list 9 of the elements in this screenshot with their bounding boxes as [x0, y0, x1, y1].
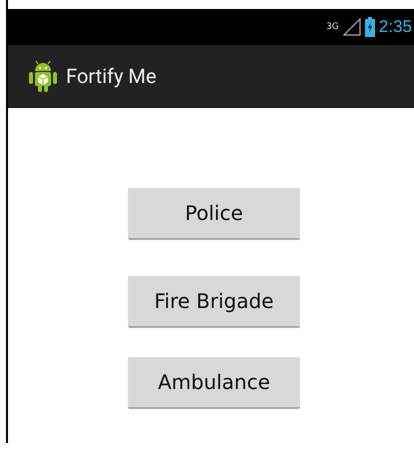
emergency-button[interactable]: Fire Brigade	[128, 276, 300, 328]
emergency-button[interactable]: Ambulance	[128, 357, 300, 409]
signal-icon	[342, 18, 361, 36]
emergency-button[interactable]: Police	[128, 188, 300, 240]
app-title: Fortify Me	[66, 64, 156, 88]
battery-icon	[364, 17, 375, 37]
android-robot-icon	[28, 59, 58, 93]
network-type: 3G	[326, 22, 339, 32]
clock-time: 2:35	[378, 17, 412, 37]
